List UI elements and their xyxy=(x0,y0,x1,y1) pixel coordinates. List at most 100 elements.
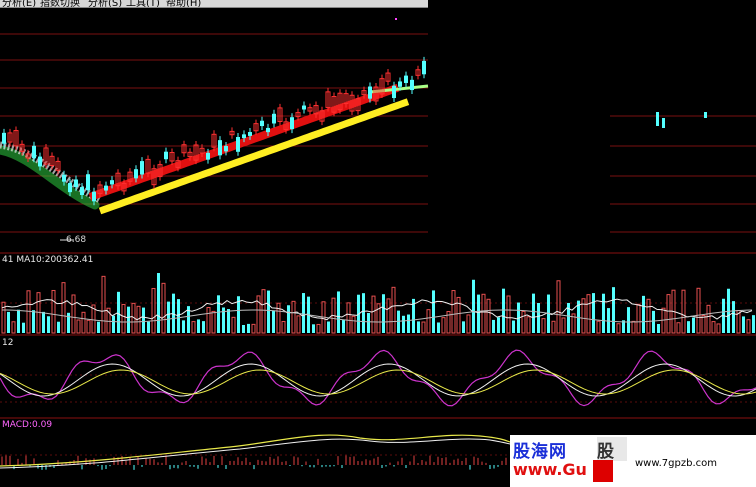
volume-bar-down xyxy=(157,273,160,333)
volume-bar-down xyxy=(202,321,205,333)
volume-bar-down xyxy=(182,320,185,333)
candle-down xyxy=(218,140,222,156)
volume-bar-down xyxy=(742,316,745,333)
candle-down xyxy=(392,85,396,99)
volume-bar-down xyxy=(197,319,200,333)
volume-bar-down xyxy=(142,307,145,333)
volume-bar-up xyxy=(276,302,281,334)
candle-down xyxy=(38,156,42,167)
volume-bar-up xyxy=(676,322,681,334)
volume-bar-down xyxy=(22,322,25,333)
volume-bar-down xyxy=(417,321,420,333)
candle-down xyxy=(206,152,210,160)
candle-down xyxy=(86,174,90,191)
volume-bar-up xyxy=(426,309,431,334)
chart-canvas[interactable] xyxy=(0,0,756,487)
volume-bar-down xyxy=(287,305,290,333)
candle-down xyxy=(248,132,252,136)
volume-bar-down xyxy=(437,322,440,333)
volume-bar-up xyxy=(191,321,196,334)
candle-down xyxy=(410,79,414,91)
tick-mark xyxy=(395,18,397,20)
volume-bar-down xyxy=(247,323,250,333)
volume-bar-down xyxy=(692,317,695,333)
volume-bar-up xyxy=(261,289,266,334)
volume-bar-up xyxy=(716,323,721,334)
volume-bar-up xyxy=(86,319,91,334)
volume-bar-up xyxy=(451,290,456,334)
macd-dea-line xyxy=(0,434,511,467)
volume-bar-down xyxy=(57,321,60,333)
volume-bar-down xyxy=(242,324,245,333)
candle-down xyxy=(704,112,707,118)
candle-down xyxy=(140,161,144,175)
volume-bar-up xyxy=(101,275,106,334)
candle-down xyxy=(68,182,72,193)
kdj-line-k xyxy=(0,349,756,407)
candle-down xyxy=(32,145,36,159)
volume-bar-down xyxy=(267,290,270,333)
candle-down xyxy=(404,75,408,84)
volume-bar-down xyxy=(127,306,130,333)
volume-bar-up xyxy=(206,307,211,334)
volume-bar-down xyxy=(687,321,690,333)
volume-bar-down xyxy=(367,313,370,333)
watermark: 股海网 www.Gu 股 www.7gpzb.com xyxy=(510,435,756,487)
candle-down xyxy=(134,169,138,179)
volume-bar-down xyxy=(462,321,465,333)
volume-bar-up xyxy=(646,298,651,334)
volume-bar-up xyxy=(11,321,16,334)
volume-bar-up xyxy=(291,300,296,334)
volume-bar-down xyxy=(217,295,220,333)
volume-bar-up xyxy=(561,317,566,334)
volume-bar-up xyxy=(636,303,641,334)
price-panel[interactable] xyxy=(0,18,707,241)
volume-bar-down xyxy=(612,287,615,333)
macd-panel[interactable] xyxy=(0,434,511,470)
volume-bar-up xyxy=(551,320,556,334)
volume-bar-up xyxy=(121,303,126,334)
volume-bar-down xyxy=(342,320,345,333)
volume-bar-down xyxy=(532,293,535,333)
watermark-logo: 股海网 www.Gu xyxy=(510,435,605,487)
volume-bar-down xyxy=(502,288,505,333)
volume-ma-label: 41 MA10:200362.41 xyxy=(2,255,94,265)
volume-bar-down xyxy=(302,293,305,333)
volume-bar-down xyxy=(402,315,405,333)
stock-chart-window: 分析(E) 指数切换 分析(S) 工具(T) 帮助(H) 6.68 41 MA1… xyxy=(0,0,756,487)
candle-down xyxy=(368,86,372,99)
volume-bar-up xyxy=(506,295,511,334)
volume-bar-down xyxy=(497,317,500,333)
candle-down xyxy=(80,187,84,195)
candle-down xyxy=(260,120,264,127)
kdj-panel[interactable] xyxy=(0,349,756,407)
watermark-logo-line1: 股海网 xyxy=(513,442,567,462)
volume-bar-up xyxy=(541,318,546,334)
volume-bar-down xyxy=(602,293,605,333)
volume-bar-up xyxy=(151,287,156,334)
volume-bar-up xyxy=(526,316,531,334)
volume-bar-up xyxy=(586,294,591,334)
volume-bar-down xyxy=(537,302,540,333)
volume-bar-up xyxy=(521,310,526,334)
volume-bar-down xyxy=(337,291,340,333)
candle-down xyxy=(422,60,426,75)
volume-bar-down xyxy=(407,314,410,333)
volume-bar-up xyxy=(596,320,601,334)
candle-down xyxy=(266,127,270,133)
volume-panel[interactable] xyxy=(1,273,755,334)
volume-bar-down xyxy=(47,316,50,333)
candle-down xyxy=(74,179,78,188)
volume-bar-down xyxy=(382,294,385,333)
volume-bar-down xyxy=(492,319,495,333)
volume-bar-down xyxy=(117,291,120,333)
volume-bar-up xyxy=(441,317,446,334)
volume-bar-down xyxy=(177,299,180,333)
candle-down xyxy=(224,145,228,152)
volume-bar-up xyxy=(351,315,356,334)
volume-bar-down xyxy=(472,279,475,333)
volume-bar-up xyxy=(421,321,426,334)
volume-bar-down xyxy=(42,311,45,333)
volume-bar-down xyxy=(112,315,115,333)
watermark-red-block xyxy=(593,460,613,482)
